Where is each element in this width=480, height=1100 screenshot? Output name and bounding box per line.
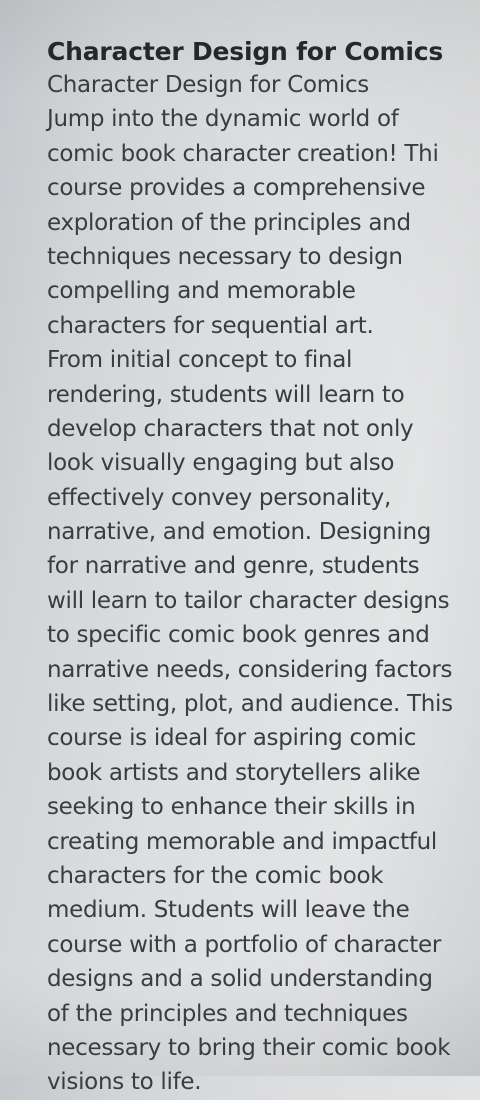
text-line: compelling and memorable	[47, 278, 356, 305]
text-line: narrative needs, considering factors	[47, 656, 453, 683]
text-line: rendering, students will learn to	[47, 381, 405, 408]
text-line: narrative, and emotion. Designing	[47, 519, 432, 546]
text-line: look visually engaging but also	[47, 450, 395, 477]
text-line: characters for the comic book	[47, 862, 384, 889]
text-line: exploration of the principles and	[47, 209, 411, 236]
text-line: for narrative and genre, students	[47, 553, 420, 580]
text-line: Character Design for Comics	[47, 72, 369, 98]
text-line: visions to life.	[47, 1069, 202, 1096]
text-line: techniques necessary to design	[47, 243, 403, 270]
text-line: to specific comic book genres and	[47, 622, 430, 649]
text-line: Jump into the dynamic world of	[47, 106, 399, 133]
text-line: medium. Students will leave the	[47, 897, 410, 924]
text-line: creating memorable and impactful	[47, 828, 437, 855]
text-line: From initial concept to final	[47, 347, 353, 374]
text-line: course with a portfolio of character	[47, 931, 442, 958]
text-line: effectively convey personality,	[47, 484, 391, 511]
text-line: will learn to tailor character designs	[47, 587, 450, 614]
text-line: course is ideal for aspiring comic	[47, 725, 417, 752]
course-description: Character Design for Comics Character De…	[47, 36, 480, 1100]
text-line: book artists and storytellers alike	[47, 759, 421, 786]
text-line: of the principles and techniques	[47, 1000, 408, 1027]
text-line: like setting, plot, and audience. This	[47, 691, 453, 718]
text-line: necessary to bring their comic book	[47, 1034, 451, 1061]
text-line: develop characters that not only	[47, 415, 414, 442]
text-line: characters for sequential art.	[47, 312, 374, 339]
course-title: Character Design for Comics	[47, 37, 444, 66]
text-line: seeking to enhance their skills in	[47, 794, 416, 821]
text-line: designs and a solid understanding	[47, 966, 433, 993]
text-line: course provides a comprehensive	[47, 175, 426, 202]
text-line: comic book character creation! Thi	[47, 140, 439, 167]
description-body: Character Design for Comics Jump into th…	[47, 68, 480, 1100]
